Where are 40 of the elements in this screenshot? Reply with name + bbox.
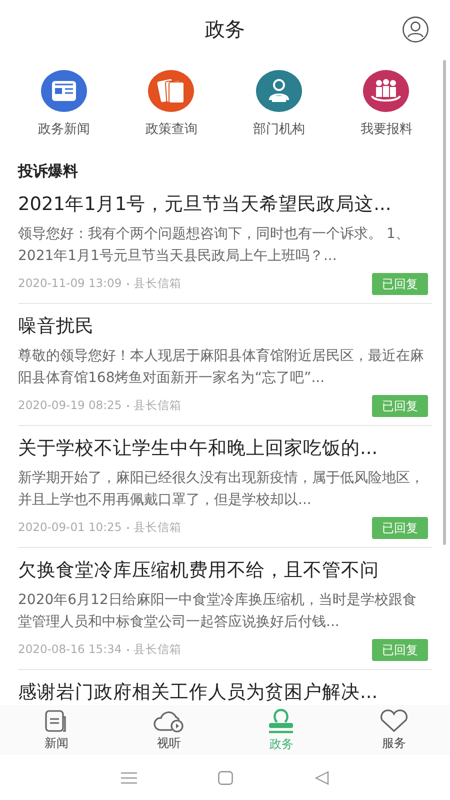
nav-tab[interactable]: 新闻 bbox=[0, 705, 112, 755]
shortcut-label[interactable]: 政务新闻 bbox=[38, 120, 90, 140]
status-badge: 已回复 bbox=[372, 517, 428, 539]
status-badge: 已回复 bbox=[372, 273, 428, 295]
menu-icon[interactable] bbox=[120, 772, 137, 784]
post-source: 县长信箱 bbox=[134, 641, 182, 658]
back-icon[interactable] bbox=[315, 770, 330, 784]
status-badge: 已回复 bbox=[372, 395, 428, 417]
post-title[interactable]: 噪音扰民 bbox=[18, 313, 432, 341]
post-summary: 领导您好：我有个两个问题想咨询下，同时也有一个诉求。 1、2021年1月1号元旦节当天县民政局上午上班吗？... bbox=[18, 225, 410, 266]
group-icon[interactable] bbox=[361, 68, 412, 114]
documents-icon[interactable] bbox=[146, 68, 196, 114]
post-time: 2020-09-01 10:25 bbox=[18, 519, 122, 536]
nav-tab[interactable]: 视听 bbox=[112, 705, 225, 755]
shortcut-label[interactable]: 我要报料 bbox=[360, 120, 412, 140]
post-source: 县长信箱 bbox=[134, 397, 182, 414]
newspaper-icon[interactable] bbox=[38, 68, 89, 114]
section-title: 投诉爆料 bbox=[16, 160, 79, 182]
home-icon[interactable] bbox=[218, 770, 234, 784]
status-badge: 已回复 bbox=[372, 639, 428, 661]
post-source: 县长信箱 bbox=[134, 275, 182, 292]
page-title: 政务 bbox=[205, 16, 245, 43]
post-title[interactable]: 感谢岩门政府相关工作人员为贫困户解决... bbox=[18, 679, 432, 707]
post-title[interactable]: 2021年1月1号，元旦节当天希望民政局这... bbox=[18, 191, 432, 219]
post-source: 县长信箱 bbox=[134, 519, 182, 536]
post-time: 2020-09-19 08:25 bbox=[18, 397, 122, 414]
heart-icon bbox=[378, 708, 409, 732]
nav-tab[interactable]: 服务 bbox=[338, 705, 450, 755]
shortcut-label[interactable]: 政策查询 bbox=[145, 120, 198, 140]
cloud-play-icon bbox=[152, 708, 186, 732]
post-summary: 新学期开始了，麻阳已经很久没有出现新疫情，属于低风险地区，并且上学也不用再佩戴口罩了，但是学校却以... bbox=[18, 469, 425, 510]
user-icon[interactable] bbox=[402, 16, 429, 43]
shortcut-label[interactable]: 部门机构 bbox=[252, 120, 305, 140]
post-title[interactable]: 关于学校不让学生中午和晚上回家吃饭的... bbox=[18, 435, 432, 463]
person-at-desk-icon[interactable] bbox=[254, 68, 304, 114]
post-summary: 尊敬的领导您好！本人现居于麻阳县体育馆附近居民区，最近在麻阳县体育馆168烤鱼对面新开一家名为“忘了吧”... bbox=[18, 347, 425, 388]
post-time: 2020-11-09 13:09 bbox=[18, 275, 122, 292]
post-title[interactable]: 欠换食堂冷库压缩机费用不给，且不管不问 bbox=[18, 557, 432, 585]
post-time: 2020-08-16 15:34 bbox=[18, 641, 122, 658]
post-summary: 2020年6月12日给麻阳一中食堂冷库换压缩机，当时是学校跟食堂管理人员和中标食堂公司一起答应说换好后付钱... bbox=[18, 591, 418, 632]
